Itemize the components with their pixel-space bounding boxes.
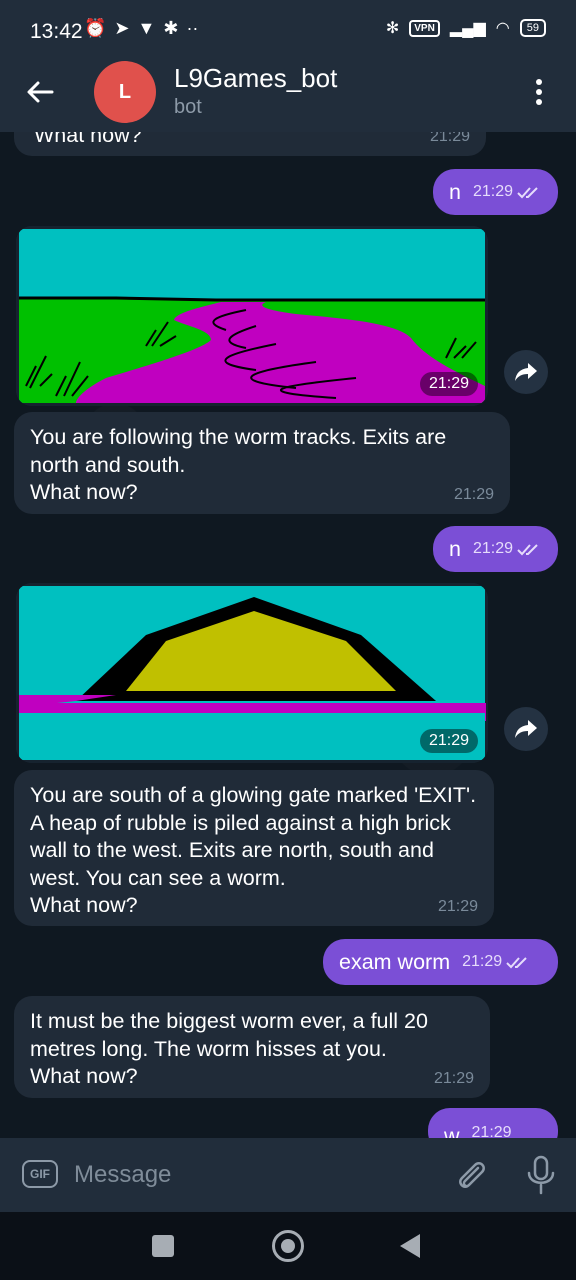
- avatar[interactable]: L: [94, 61, 156, 123]
- message-time: 21:29: [429, 132, 470, 145]
- incoming-message[interactable]: What now? 21:29: [14, 132, 486, 156]
- message-text: You are following the worm tracks. Exits…: [30, 425, 447, 504]
- chat-area[interactable]: What now? 21:29 n 21:29 21:29 You are fo…: [0, 132, 576, 1138]
- back-button[interactable]: [400, 1234, 420, 1258]
- more-dots-icon: ··: [186, 18, 199, 38]
- message-text: w: [444, 1124, 460, 1138]
- message-text: You are south of a glowing gate marked '…: [30, 783, 477, 917]
- share-button[interactable]: [504, 350, 548, 394]
- message-text: n: [449, 179, 461, 204]
- message-text: What now?: [34, 132, 142, 147]
- home-button[interactable]: [272, 1230, 304, 1262]
- paperclip-icon[interactable]: [452, 1156, 490, 1194]
- outgoing-message[interactable]: n 21:29: [433, 169, 558, 215]
- chat-title[interactable]: L9Games_bot: [174, 63, 337, 94]
- read-ticks-icon: [517, 544, 538, 556]
- chat-header: L L9Games_bot bot: [0, 60, 576, 132]
- outgoing-message[interactable]: exam worm 21:29: [323, 939, 558, 985]
- wifi-icon: ◠: [495, 20, 510, 37]
- outgoing-message[interactable]: n 21:29: [433, 526, 558, 572]
- message-time: 21:29: [437, 897, 478, 915]
- vpn-badge: VPN: [409, 19, 440, 37]
- incoming-message[interactable]: You are south of a glowing gate marked '…: [14, 770, 494, 926]
- incoming-message[interactable]: It must be the biggest worm ever, a full…: [14, 996, 490, 1098]
- status-notification-icons: ⏰ ➤ ▼ ✱ ··: [84, 18, 198, 39]
- telegram-icon: ➤: [114, 18, 130, 38]
- read-ticks-icon: [517, 187, 538, 199]
- share-button[interactable]: [504, 707, 548, 751]
- location-icon: ▼: [137, 18, 156, 38]
- share-arrow-icon: [515, 363, 537, 381]
- rubble-heap-scene: [16, 583, 488, 763]
- status-time: 13:42: [30, 20, 83, 43]
- outgoing-message[interactable]: w 21:29: [428, 1108, 558, 1138]
- game-image-rubble-heap[interactable]: 21:29: [16, 583, 488, 763]
- chat-subtitle: bot: [174, 96, 202, 118]
- status-right-icons: ✻ VPN ▂▄▆ ◠ 59: [386, 18, 546, 38]
- message-text: It must be the biggest worm ever, a full…: [30, 1009, 428, 1088]
- message-composer: GIF: [0, 1138, 576, 1212]
- image-time: 21:29: [419, 729, 478, 753]
- message-text: n: [449, 536, 461, 561]
- bug-icon: ✱: [163, 18, 179, 38]
- game-image-worm-tracks[interactable]: 21:29: [16, 226, 488, 406]
- battery-icon: 59: [519, 19, 546, 37]
- signal-icon: ▂▄▆: [449, 20, 486, 37]
- read-ticks-icon: [506, 957, 527, 969]
- message-time: 21:29: [433, 1069, 474, 1087]
- more-options-icon[interactable]: [524, 76, 554, 108]
- share-arrow-icon: [515, 720, 537, 738]
- message-time: 21:29: [453, 485, 494, 503]
- bluetooth-icon: ✻: [385, 20, 400, 37]
- message-text: exam worm: [339, 949, 451, 974]
- message-time: 21:29: [462, 953, 503, 970]
- incoming-message[interactable]: You are following the worm tracks. Exits…: [14, 412, 510, 514]
- message-time: 21:29: [472, 540, 514, 557]
- image-time: 21:29: [419, 372, 478, 396]
- alarm-icon: ⏰: [84, 18, 107, 38]
- status-bar: 13:42 ⏰ ➤ ▼ ✱ ·· ✻ VPN ▂▄▆ ◠ 59: [0, 0, 576, 60]
- microphone-icon[interactable]: [524, 1154, 558, 1196]
- gif-icon[interactable]: GIF: [22, 1160, 58, 1188]
- message-time: 21:29: [472, 183, 514, 200]
- system-nav-bar: [0, 1212, 576, 1280]
- message-time: 21:29: [471, 1124, 512, 1138]
- worm-tracks-scene: [16, 226, 488, 406]
- recents-button[interactable]: [152, 1235, 174, 1257]
- back-arrow-icon[interactable]: [22, 74, 58, 110]
- message-input[interactable]: [74, 1158, 414, 1192]
